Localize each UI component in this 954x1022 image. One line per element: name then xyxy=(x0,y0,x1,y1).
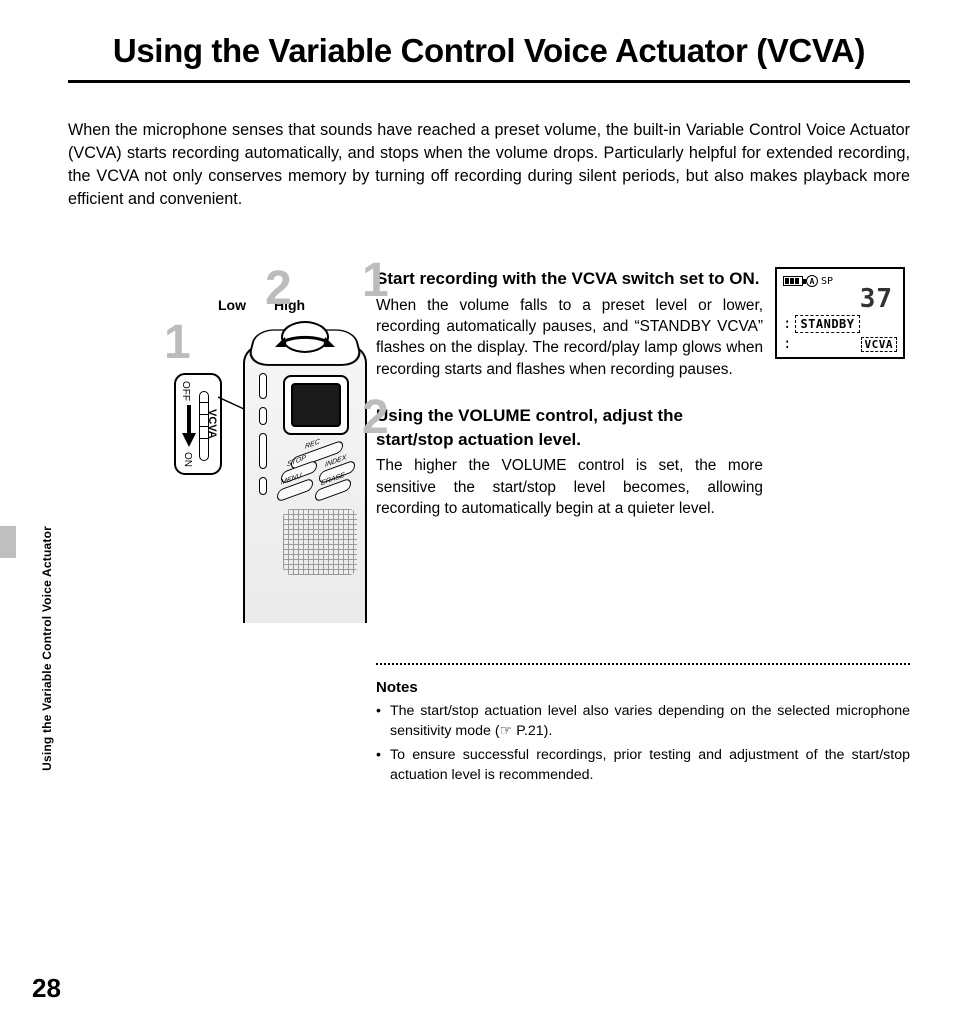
side-tab-label: Using the Variable Control Voice Actuato… xyxy=(40,526,54,771)
step-number: 1 xyxy=(362,257,389,305)
rec-mode: SP xyxy=(821,276,833,287)
callout-number-2: 2 xyxy=(265,261,292,316)
switch-on-label: ON xyxy=(182,452,193,467)
lcd-display-icon: A SP 37 : STANDBY : VCVA xyxy=(775,267,905,359)
step-body: The higher the VOLUME control is set, th… xyxy=(376,455,763,519)
intro-paragraph: When the microphone senses that sounds h… xyxy=(68,119,910,211)
device-illustration: Low High 1 2 OFF VCVA ON xyxy=(68,267,368,647)
recorder-device-icon: REC STOP INDEX MENU ERASE xyxy=(243,323,367,623)
step-1: 1 Start recording with the VCVA switch s… xyxy=(376,267,763,380)
switch-off-label: OFF xyxy=(180,381,191,401)
note-item: To ensure successful recordings, prior t… xyxy=(376,746,910,786)
divider xyxy=(376,663,910,665)
status-vcva: VCVA xyxy=(861,337,898,352)
step-2: 2 Using the VOLUME control, adjust the s… xyxy=(376,404,763,519)
folder-indicator: A xyxy=(806,275,818,287)
battery-icon xyxy=(783,276,803,286)
step-body: When the volume falls to a preset level … xyxy=(376,295,763,380)
file-number: 37 xyxy=(783,286,897,312)
step-title: Using the VOLUME control, adjust the sta… xyxy=(376,404,763,452)
notes-list: The start/stop actuation level also vari… xyxy=(376,702,910,786)
page-number: 28 xyxy=(32,973,61,1004)
step-title: Start recording with the VCVA switch set… xyxy=(376,267,763,291)
arrow-down-icon xyxy=(182,405,196,449)
label-low: Low xyxy=(218,297,246,313)
switch-vcva-label: VCVA xyxy=(206,409,218,439)
note-item: The start/stop actuation level also vari… xyxy=(376,702,910,742)
step-number: 2 xyxy=(362,394,389,442)
page-title: Using the Variable Control Voice Actuato… xyxy=(68,32,910,83)
status-standby: STANDBY xyxy=(795,315,859,333)
callout-number-1: 1 xyxy=(164,315,191,370)
side-tab: Using the Variable Control Voice Actuato… xyxy=(0,526,26,886)
vcva-switch-icon: OFF VCVA ON xyxy=(174,373,222,475)
notes-heading: Notes xyxy=(376,679,910,696)
